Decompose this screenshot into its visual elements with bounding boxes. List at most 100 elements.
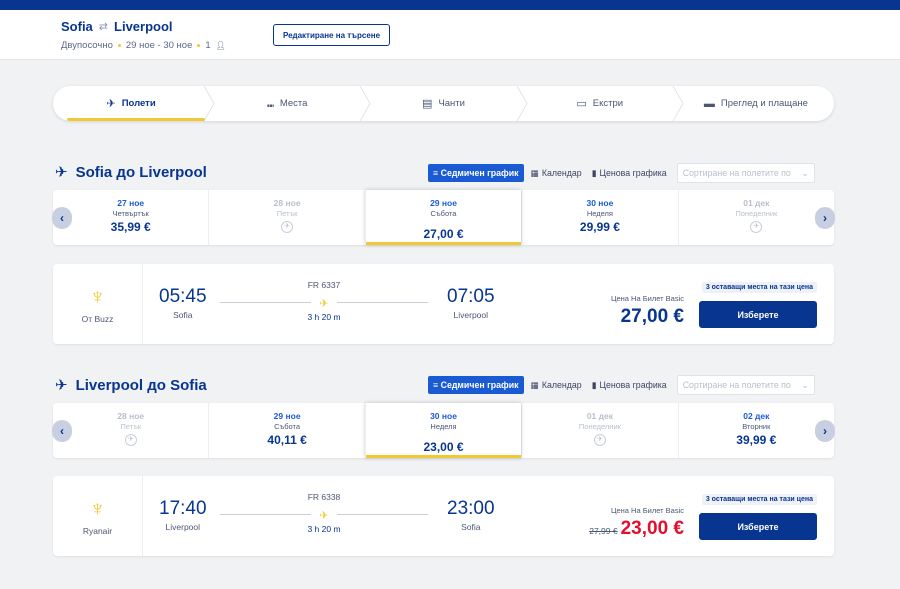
date-label: 02 дек bbox=[743, 411, 770, 421]
inbound-title-text: Liverpool до Sofia bbox=[75, 376, 207, 394]
extras-icon: ▭ bbox=[576, 98, 587, 110]
date-price: 39,99 € bbox=[736, 433, 777, 447]
roundtrip-arrows-icon: ⇄ bbox=[98, 21, 109, 33]
date-option-selected[interactable]: 29 ное Събота 27,00 € bbox=[364, 190, 522, 245]
step-label: Чанти bbox=[438, 98, 465, 109]
calendar-icon: ▦ bbox=[530, 167, 539, 178]
arrival: 23:00 Sofia bbox=[447, 498, 495, 532]
top-brand-bar bbox=[0, 0, 900, 10]
date-price: 40,11 € bbox=[267, 433, 307, 447]
step-label: Места bbox=[279, 98, 308, 109]
price-value: 27,00 € bbox=[620, 306, 684, 327]
date-label: 30 ное bbox=[430, 411, 457, 421]
date-price: 27,00 € bbox=[423, 227, 464, 241]
weekly-label: Седмичен график bbox=[440, 168, 519, 178]
sort-dropdown[interactable]: Сортиране на полетите по ⌄ bbox=[676, 163, 815, 183]
inbound-flight-card[interactable]: ♆ Ryanair 17:40 Liverpool FR 6338 ✈ 3 h … bbox=[53, 476, 834, 556]
date-label: 28 ное bbox=[117, 411, 145, 421]
prev-dates-button[interactable]: ‹ bbox=[52, 207, 72, 229]
inbound-section-title: ✈ Liverpool до Sofia bbox=[55, 376, 207, 395]
list-icon: ≡ bbox=[433, 380, 439, 390]
date-option[interactable]: 29 ное Събота 40,11 € bbox=[208, 403, 364, 458]
date-option[interactable]: 02 дек Вторник 39,99 € bbox=[677, 403, 834, 458]
step-bags[interactable]: ▤ Чанти bbox=[365, 86, 528, 121]
date-label: 30 ное bbox=[586, 198, 614, 208]
step-label: Екстри bbox=[592, 98, 624, 109]
no-flight-icon: ✈ bbox=[281, 221, 294, 233]
fare-price: 27,99 € 23,00 € bbox=[589, 518, 684, 540]
date-label: 29 ное bbox=[430, 198, 457, 208]
inbound-date-strip: ‹ 28 ное Петък ✈ 29 ное Събота 40,11 € 3… bbox=[52, 403, 835, 458]
step-label: Полети bbox=[121, 98, 156, 109]
no-flight-icon: ✈ bbox=[124, 434, 137, 446]
price-chart-label: Ценова графика bbox=[599, 380, 667, 390]
step-flights[interactable]: ✈ Полети bbox=[53, 86, 215, 121]
select-flight-button[interactable]: Изберете bbox=[699, 301, 817, 328]
price-chart-button[interactable]: ▮ Ценова графика bbox=[589, 164, 670, 183]
step-review-payment[interactable]: ▬ Преглед и плащане bbox=[678, 86, 834, 121]
origin-city: Sofia bbox=[61, 19, 93, 34]
date-option: 01 дек Понеделник ✈ bbox=[521, 403, 677, 458]
chevron-right-icon: › bbox=[823, 424, 827, 438]
separator-dot bbox=[117, 44, 121, 47]
outbound-flight-card[interactable]: ♆ От Buzz 05:45 Sofia FR 6337 ✈ 3 h 20 m… bbox=[53, 264, 834, 344]
weekday-label: Неделя bbox=[430, 422, 457, 431]
chevron-left-icon: ‹ bbox=[60, 211, 64, 225]
date-option: 01 дек Понеделник ✈ bbox=[677, 190, 834, 245]
trip-details: Двупосочно 29 ное - 30 ное 1 👤︎ bbox=[61, 40, 226, 51]
departure: 17:40 Liverpool bbox=[159, 498, 207, 532]
no-flight-icon: ✈ bbox=[750, 221, 763, 233]
passenger-count: 1 bbox=[205, 40, 211, 51]
carrier-block: ♆ Ryanair bbox=[53, 476, 143, 556]
calendar-view-button[interactable]: ▦ Календар bbox=[528, 376, 585, 395]
price-value: 23,00 € bbox=[620, 518, 684, 539]
weekday-label: Петък bbox=[120, 422, 142, 431]
flight-number: FR 6338 bbox=[307, 492, 341, 502]
date-option: 28 ное Петък ✈ bbox=[53, 403, 208, 458]
select-flight-button[interactable]: Изберете bbox=[699, 513, 817, 540]
next-dates-button[interactable]: › bbox=[815, 207, 835, 229]
seats-left-badge: 3 оставащи места на тази цена bbox=[701, 494, 817, 505]
weekly-view-button[interactable]: ≡ Седмичен график bbox=[428, 164, 524, 182]
calendar-label: Календар bbox=[541, 168, 582, 178]
fare-label: Цена На Билет Basic bbox=[610, 506, 684, 515]
weekday-label: Понеделник bbox=[578, 422, 621, 431]
price-chart-label: Ценова графика bbox=[599, 168, 667, 178]
bag-icon: ▤ bbox=[422, 98, 433, 110]
next-dates-button[interactable]: › bbox=[815, 420, 835, 442]
date-option[interactable]: 27 ное Четвъртък 35,99 € bbox=[53, 190, 208, 245]
carrier-block: ♆ От Buzz bbox=[53, 264, 143, 344]
takeoff-icon: ✈ bbox=[55, 164, 68, 181]
arrival-city: Sofia bbox=[461, 522, 481, 532]
weekly-view-button[interactable]: ≡ Седмичен график bbox=[428, 376, 524, 394]
date-label: 29 ное bbox=[273, 411, 301, 421]
date-price: 23,00 € bbox=[423, 440, 464, 454]
card-icon: ▬ bbox=[703, 97, 715, 110]
sort-dropdown[interactable]: Сортиране на полетите по ⌄ bbox=[676, 375, 815, 395]
price-chart-button[interactable]: ▮ Ценова графика bbox=[589, 376, 670, 395]
person-icon: 👤︎ bbox=[215, 41, 226, 50]
weekday-label: Четвъртък bbox=[112, 209, 149, 218]
plane-icon: ✈ bbox=[106, 98, 116, 110]
takeoff-icon: ✈ bbox=[55, 377, 68, 394]
chevron-right-icon: › bbox=[823, 211, 827, 225]
bar-chart-icon: ▮ bbox=[591, 167, 597, 178]
carrier-name: От Buzz bbox=[81, 314, 114, 324]
date-label: 01 дек bbox=[743, 198, 770, 208]
flight-duration: 3 h 20 m bbox=[307, 524, 341, 534]
step-extras[interactable]: ▭ Екстри bbox=[522, 86, 684, 121]
step-seats[interactable]: ⑉ Места bbox=[209, 86, 371, 121]
plane-icon: ✈ bbox=[311, 298, 337, 310]
flight-route: FR 6337 ✈ 3 h 20 m bbox=[220, 280, 428, 322]
calendar-icon: ▦ bbox=[530, 379, 539, 390]
calendar-view-button[interactable]: ▦ Календар bbox=[528, 164, 585, 183]
prev-dates-button[interactable]: ‹ bbox=[52, 420, 72, 442]
edit-search-button[interactable]: Редактиране на търсене bbox=[273, 24, 390, 46]
date-option[interactable]: 30 ное Неделя 29,99 € bbox=[521, 190, 677, 245]
flight-number: FR 6337 bbox=[307, 280, 341, 290]
weekday-label: Петък bbox=[276, 209, 298, 218]
route-line: ✈ bbox=[220, 506, 428, 522]
calendar-label: Календар bbox=[541, 380, 582, 390]
departure-time: 17:40 bbox=[159, 498, 207, 519]
date-option-selected[interactable]: 30 ное Неделя 23,00 € bbox=[364, 403, 522, 458]
